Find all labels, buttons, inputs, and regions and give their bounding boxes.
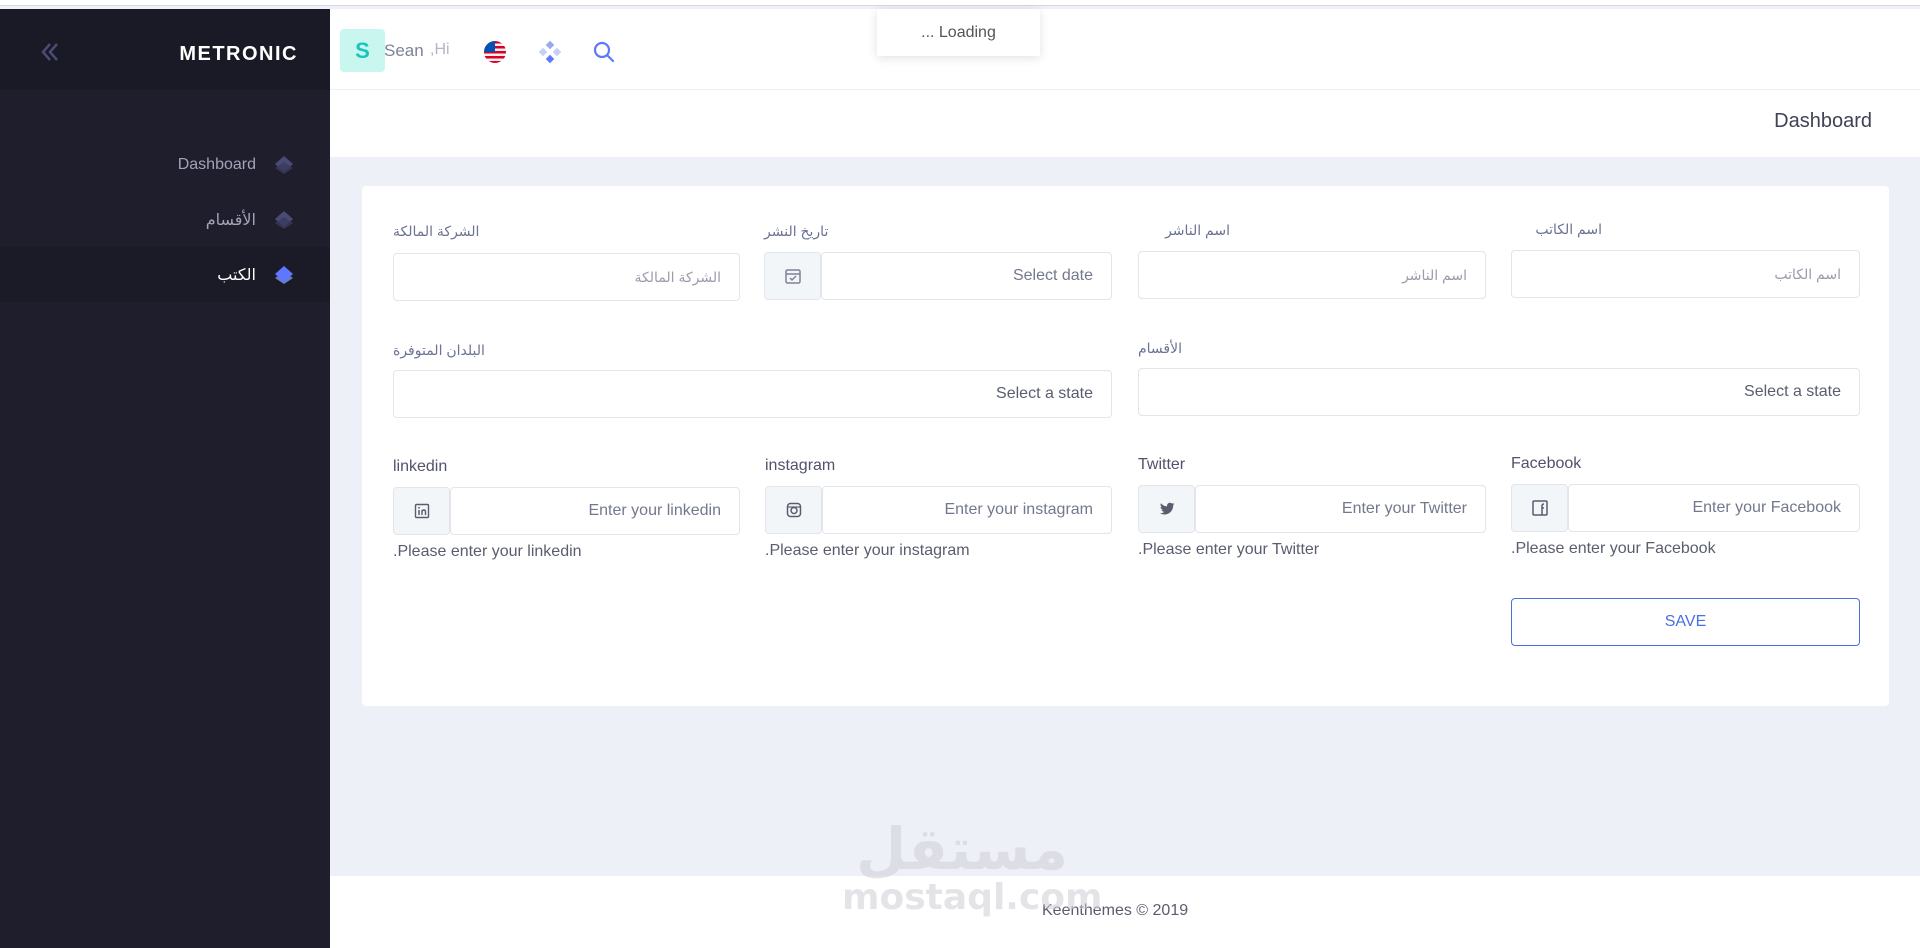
layers-icon [275, 265, 293, 284]
linkedin-input[interactable]: Enter your linkedin [450, 487, 740, 535]
page-title: Dashboard [1774, 110, 1872, 132]
linkedin-label: linkedin [393, 458, 448, 475]
facebook-hint: .Please enter your Facebook [1511, 540, 1716, 557]
search-icon [593, 41, 615, 63]
top-header: S Sean ,Hi [330, 9, 1920, 89]
countries-select[interactable]: Select a state [393, 370, 1112, 418]
instagram-addon [765, 486, 822, 534]
sidebar-collapse-toggle[interactable] [34, 37, 64, 67]
subheader: Dashboard [330, 89, 1920, 157]
sidebar-item-dashboard[interactable]: Dashboard [0, 137, 330, 192]
author-input[interactable]: اسم الكاتب [1511, 250, 1860, 298]
facebook-icon [1531, 500, 1548, 516]
layers-icon [275, 210, 293, 229]
countries-label: البلدان المتوفرة [393, 342, 485, 358]
instagram-label: instagram [765, 457, 836, 474]
publish-date-label: تاريخ النشر [764, 223, 829, 239]
calendar-addon[interactable] [764, 252, 821, 300]
instagram-input[interactable]: Enter your instagram [822, 486, 1112, 534]
twitter-label: Twitter [1138, 456, 1186, 473]
brand-logo[interactable]: METRONIC [179, 43, 298, 66]
facebook-input[interactable]: Enter your Facebook [1568, 484, 1860, 532]
sidebar-item-sections[interactable]: الأقسام [0, 192, 330, 247]
sidebar-item-label: الكتب [217, 266, 256, 284]
watermark-arabic: مستقل [855, 815, 1069, 883]
twitter-hint: .Please enter your Twitter [1138, 541, 1320, 558]
user-name[interactable]: Sean [384, 41, 424, 61]
facebook-label: Facebook [1511, 455, 1582, 472]
sections-select[interactable]: Select a state [1138, 368, 1860, 416]
greeting-text: ,Hi [430, 41, 450, 58]
footer-copyright: Keenthemes © 2019 [1042, 902, 1189, 919]
sidebar-menu: Dashboard الأقسام الكتب [0, 137, 330, 302]
instagram-icon [786, 502, 801, 518]
owner-company-label: الشركة المالكة [393, 223, 480, 239]
linkedin-hint: .Please enter your linkedin [393, 543, 582, 560]
calendar-check-icon [784, 269, 801, 284]
sidebar-item-label: Dashboard [177, 155, 256, 173]
twitter-addon [1138, 485, 1195, 533]
facebook-addon [1511, 484, 1568, 532]
book-form-card: اسم الكاتب اسم الكاتب اسم الناشر اسم الن… [362, 186, 1889, 706]
sidebar-brand: METRONIC [0, 9, 330, 90]
apps-diamond-icon [538, 40, 562, 64]
sidebar: METRONIC Dashboard الأقسام الكتب [0, 9, 330, 948]
layers-icon [275, 155, 293, 174]
publisher-label: اسم الناشر [1165, 222, 1230, 238]
save-button[interactable]: SAVE [1511, 598, 1860, 646]
author-label: اسم الكاتب [1535, 221, 1602, 237]
owner-company-input[interactable]: الشركة المالكة [393, 253, 740, 301]
linkedin-icon [414, 503, 429, 519]
instagram-hint: .Please enter your instagram [765, 542, 970, 559]
sections-label: الأقسام [1138, 340, 1182, 356]
loading-indicator: ... Loading [877, 9, 1040, 56]
twitter-icon [1159, 502, 1174, 515]
apps-button[interactable] [534, 36, 566, 68]
publisher-input[interactable]: اسم الناشر [1138, 251, 1486, 299]
footer: Keenthemes © 2019 [330, 876, 1920, 948]
publish-date-input[interactable]: Select date [821, 252, 1112, 300]
linkedin-addon [393, 487, 450, 535]
search-button[interactable] [588, 36, 620, 68]
sidebar-item-books[interactable]: الكتب [0, 247, 330, 302]
avatar[interactable]: S [340, 29, 385, 72]
browser-top-edge [0, 0, 1920, 6]
us-flag-icon [484, 41, 506, 63]
sidebar-item-label: الأقسام [205, 211, 256, 229]
language-flag-button[interactable] [479, 36, 511, 68]
double-chevron-left-icon [41, 43, 58, 61]
twitter-input[interactable]: Enter your Twitter [1195, 485, 1486, 533]
